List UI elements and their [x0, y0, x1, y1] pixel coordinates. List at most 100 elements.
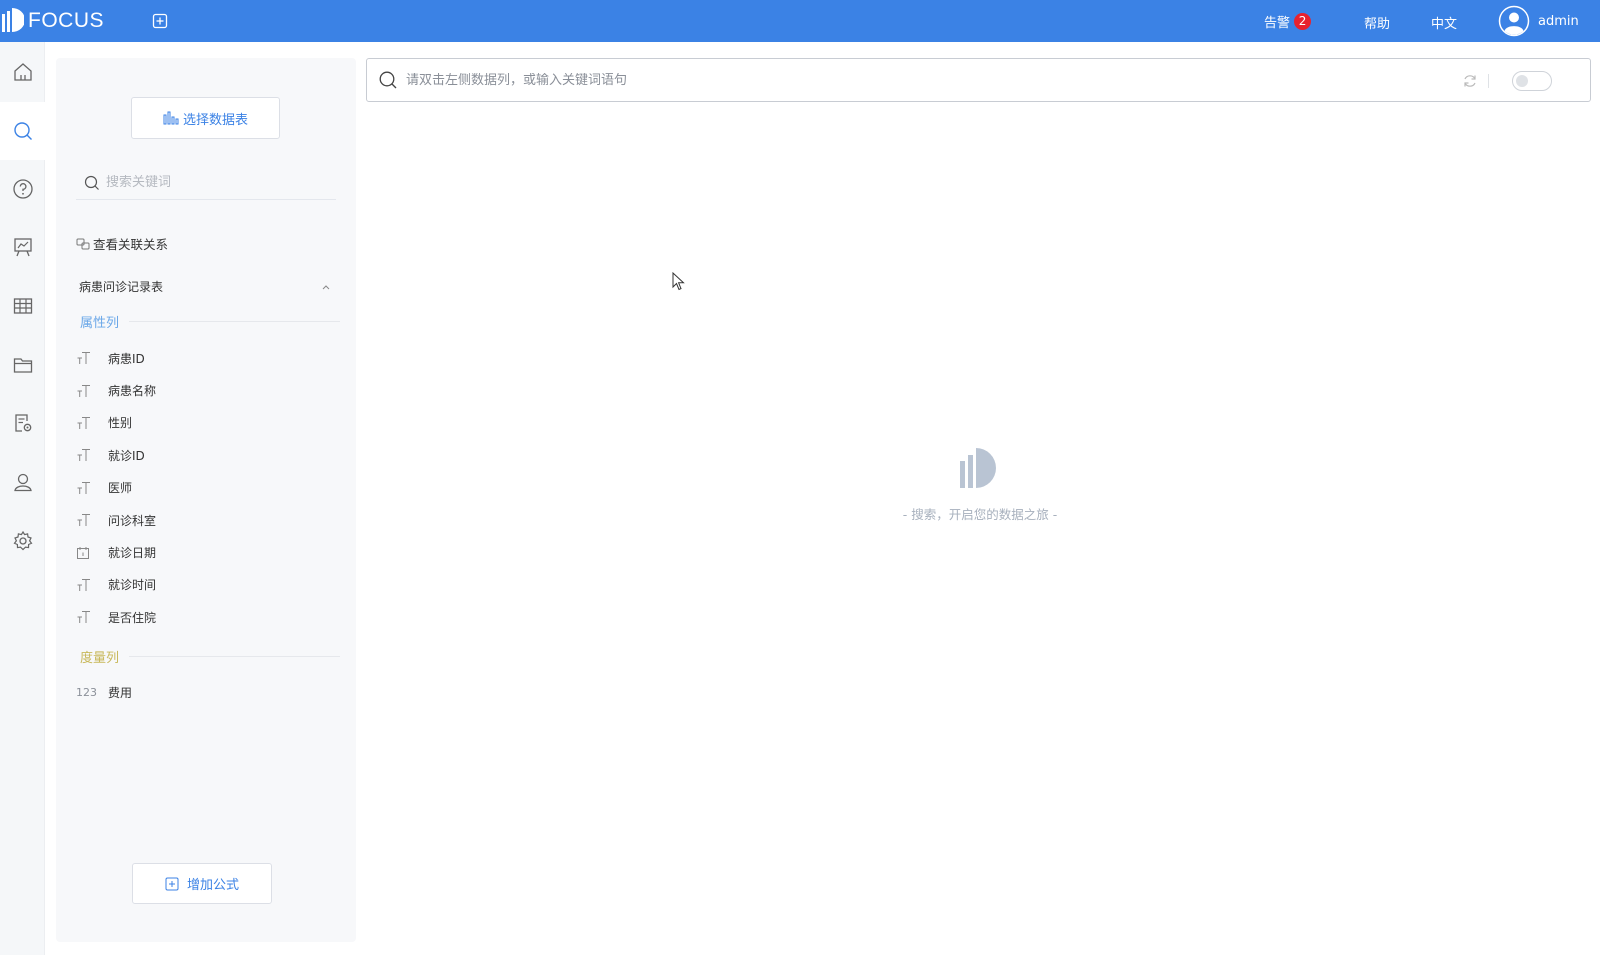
- refresh-icon[interactable]: [1462, 73, 1478, 89]
- keyword-search: [76, 166, 336, 200]
- gear-icon: [13, 530, 32, 551]
- table-name: 病患问诊记录表: [79, 280, 164, 294]
- column-item[interactable]: 就诊时间: [76, 569, 336, 601]
- nav-home[interactable]: [0, 43, 45, 101]
- nav-rail: [0, 42, 45, 955]
- column-item[interactable]: 问诊科室: [76, 504, 336, 536]
- column-item[interactable]: 性别: [76, 407, 336, 439]
- column-type: [76, 480, 108, 496]
- plus-square-icon: [152, 13, 168, 29]
- nav-folder[interactable]: [0, 336, 45, 394]
- column-name: 就诊ID: [108, 448, 145, 463]
- help-icon: [12, 179, 33, 199]
- text-type-icon: [77, 578, 90, 591]
- mode-toggle[interactable]: [1512, 71, 1552, 91]
- user-name: admin: [1538, 13, 1579, 29]
- user-menu[interactable]: admin: [1498, 5, 1579, 37]
- column-item[interactable]: 就诊日期: [76, 536, 336, 568]
- top-bar: FOCUS 告警 2 帮助 中文 admin: [0, 0, 1600, 42]
- alarm-count-badge: 2: [1294, 13, 1312, 30]
- alarm-label: 告警: [1264, 16, 1291, 31]
- column-name: 病患名称: [108, 384, 157, 399]
- column-name: 就诊日期: [108, 546, 157, 561]
- column-item[interactable]: 病患ID: [76, 342, 336, 374]
- new-tab-button[interactable]: [151, 12, 169, 30]
- search-icon: [13, 122, 32, 140]
- focus-logo[interactable]: FOCUS: [2, 8, 104, 34]
- column-name: 费用: [108, 685, 133, 700]
- select-table-button[interactable]: 选择数据表: [131, 97, 280, 139]
- select-table-label: 选择数据表: [182, 112, 248, 128]
- nav-search[interactable]: [0, 102, 45, 160]
- measure-column-list: 123 费用: [76, 676, 336, 708]
- add-formula-button[interactable]: 增加公式: [132, 863, 272, 904]
- nav-table[interactable]: [0, 277, 45, 335]
- nav-data-settings[interactable]: [0, 394, 45, 452]
- calendar-icon: [77, 546, 89, 559]
- column-type: [76, 546, 108, 560]
- column-type: 123: [76, 686, 108, 699]
- column-name: 问诊科室: [108, 513, 157, 528]
- language-switch[interactable]: 中文: [1431, 13, 1457, 32]
- search-icon: [379, 71, 397, 89]
- user-icon: [13, 473, 32, 492]
- query-input[interactable]: [406, 72, 1446, 88]
- view-relations-link[interactable]: 查看关联关系: [76, 234, 168, 253]
- keyword-search-input[interactable]: [106, 175, 326, 190]
- help-link[interactable]: 帮助: [1364, 13, 1390, 32]
- column-name: 医师: [108, 481, 133, 496]
- column-item[interactable]: 123 费用: [76, 676, 336, 708]
- text-type-icon: [77, 481, 90, 494]
- table-icon: [13, 298, 32, 314]
- empty-state: - 搜索，开启您的数据之旅 -: [880, 448, 1080, 523]
- column-type: [76, 415, 108, 431]
- numeric-type-label: 123: [76, 685, 97, 699]
- attribute-section-header: 属性列: [80, 312, 340, 331]
- column-name: 就诊时间: [108, 578, 157, 593]
- column-item[interactable]: 是否住院: [76, 601, 336, 633]
- folder-icon: [13, 358, 32, 373]
- column-type: [76, 512, 108, 528]
- search-icon: [84, 175, 99, 190]
- divider: [129, 321, 340, 322]
- measure-section-header: 度量列: [80, 647, 340, 666]
- column-name: 是否住院: [108, 610, 157, 625]
- avatar-icon: [1498, 5, 1530, 37]
- attribute-section-label: 属性列: [80, 316, 120, 331]
- home-icon: [13, 63, 32, 81]
- nav-user[interactable]: [0, 453, 45, 511]
- column-name: 性别: [108, 416, 133, 431]
- nav-presentation[interactable]: [0, 218, 45, 276]
- column-type: [76, 350, 108, 366]
- empty-state-text: - 搜索，开启您的数据之旅 -: [902, 507, 1058, 522]
- text-type-icon: [77, 416, 90, 429]
- text-type-icon: [77, 449, 90, 462]
- text-type-icon: [77, 384, 90, 397]
- nav-help[interactable]: [0, 160, 45, 218]
- column-type: [76, 383, 108, 399]
- attribute-column-list: 病患ID 病患名称性别就诊ID 医师问诊科室就诊日期就诊时间是否住院: [76, 342, 336, 634]
- column-item[interactable]: 医师: [76, 472, 336, 504]
- alarm-link[interactable]: 告警 2: [1264, 12, 1312, 31]
- query-search-bar: [366, 58, 1591, 102]
- relation-label: 查看关联关系: [93, 237, 169, 252]
- bar-chart-icon: [163, 111, 179, 125]
- nav-settings[interactable]: [0, 512, 45, 570]
- column-type: [76, 447, 108, 463]
- chevron-up-icon[interactable]: [321, 283, 331, 291]
- data-panel: 选择数据表 查看关联关系 病患问诊记录表 属性列 病患ID 病患名称性别就诊ID 医…: [56, 58, 356, 942]
- data-settings-icon: [14, 414, 31, 432]
- column-type: [76, 609, 108, 625]
- plus-square-icon: [165, 877, 179, 890]
- column-item[interactable]: 就诊ID: [76, 439, 336, 471]
- mouse-cursor-icon: [672, 272, 685, 291]
- column-type: [76, 577, 108, 593]
- text-type-icon: [77, 352, 90, 365]
- table-header[interactable]: 病患问诊记录表: [79, 278, 331, 295]
- toggle-knob: [1516, 75, 1528, 87]
- column-item[interactable]: 病患名称: [76, 374, 336, 406]
- focus-logo-icon: [960, 448, 996, 488]
- divider: [1488, 74, 1489, 88]
- divider: [129, 656, 340, 657]
- logo-text: FOCUS: [28, 9, 104, 32]
